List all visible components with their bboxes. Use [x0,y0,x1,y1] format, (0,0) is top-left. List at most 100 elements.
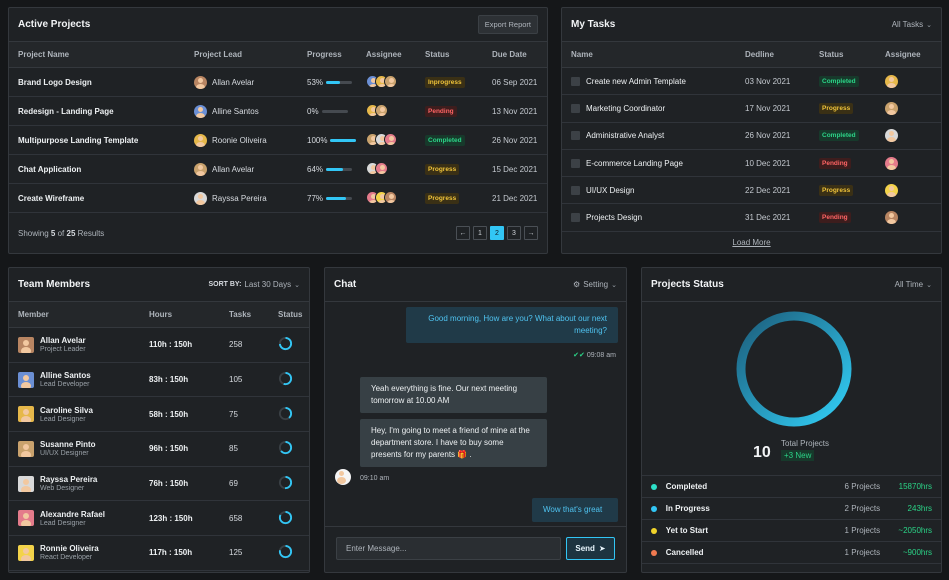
task-checkbox[interactable] [571,103,580,113]
legend-label: Yet to Start [665,526,708,535]
member-name: Alline Santos [40,371,91,381]
legend-projects: 6 Projects [844,482,881,491]
task-name-cell: Marketing Coordinator [562,103,736,113]
task-row[interactable]: Projects Design 31 Dec 2021 Pending [562,204,941,232]
results-summary: Showing 5 of 25 Results [18,229,104,238]
task-row[interactable]: Marketing Coordinator 17 Nov 2021 Progre… [562,95,941,123]
member-hours-done: 58h [149,409,163,419]
avatar [885,74,898,88]
member-info: Susanne Pinto UI/UX Designer [40,440,96,457]
chat-message-input[interactable]: Enter Message... [336,537,561,560]
avatar [885,183,898,197]
pagination-page-3[interactable]: 3 [507,226,521,240]
member-hours-total: : 150h [162,375,189,385]
task-checkbox[interactable] [571,185,580,195]
all-time-dropdown[interactable]: All Time ⌄ [895,280,932,289]
avatar [18,336,34,353]
double-check-icon: ✔✔ [573,352,585,359]
team-members-card: Team Members SORT BY: Last 30 Days ⌄ Membe… [8,267,310,573]
task-checkbox[interactable] [571,158,580,168]
progress-bar-fill [326,167,343,171]
team-member-row[interactable]: Allan Avelar Project Leader 110h : 150h 2… [9,328,309,363]
progress-bar-fill [326,80,340,84]
all-tasks-dropdown[interactable]: All Tasks ⌄ [892,20,932,29]
team-member-row[interactable]: Alline Santos Lead Developer 83h : 150h 1… [9,363,309,398]
chat-message-incoming-1: Yeah everything is fine. Our next meetin… [360,377,547,413]
team-member-row[interactable]: Ronnie Oliveira React Developer 117h : 15… [9,536,309,571]
project-progress: 0% [298,107,357,116]
task-checkbox[interactable] [571,213,580,223]
col-status[interactable]: Status [416,50,483,59]
legend-dot [651,483,657,490]
member-tasks: 658 [229,513,243,523]
send-button[interactable]: Send ➤ [566,537,615,560]
projects-status-legend: Completed 6 Projects 15870hrs In Progres… [642,475,941,564]
chat-message-outgoing-2: Wow that's great [532,498,618,522]
team-member-row[interactable]: Alexandre Rafael Lead Designer 123h : 150… [9,501,309,537]
project-due-date: 21 Dec 2021 [492,193,538,203]
pagination-next-button[interactable]: → [524,226,538,240]
task-row[interactable]: Create new Admin Template 03 Nov 2021 Co… [562,68,941,96]
col-progress[interactable]: Progress [298,50,357,59]
task-assignee [876,211,936,225]
task-name: UI/UX Design [586,185,635,195]
col-deadline[interactable]: Dedline [736,50,810,59]
project-name: Chat Application [18,164,82,174]
task-checkbox[interactable] [571,131,580,141]
task-row[interactable]: E-commerce Landing Page 10 Dec 2021 Pend… [562,150,941,178]
load-more-link[interactable]: Load More [732,238,770,247]
pagination-page-1[interactable]: 1 [473,226,487,240]
col-project-name[interactable]: Project Name [9,50,185,59]
col-due-date[interactable]: Due Date [483,50,547,59]
member-role: UI/UX Designer [40,450,89,458]
my-tasks-card: My Tasks All Tasks ⌄ Name Dedline Status … [561,7,942,254]
team-member-row[interactable]: Rayssa Pereira Web Designer 76h : 150h 69 [9,467,309,502]
project-status: Pending [416,105,483,117]
chat-setting-dropdown[interactable]: ⚙ Setting ⌄ [573,280,617,289]
member-hours-done: 123h [149,513,168,523]
col-tasks[interactable]: Tasks [220,310,269,319]
sort-by-value: Last 30 Days [244,280,292,289]
member-name: Allan Avelar [40,336,86,346]
member-hours-done: 76h [149,479,163,489]
legend-label: Completed [665,482,708,491]
project-progress: 77% [298,194,357,203]
task-row[interactable]: Administrative Analyst 26 Nov 2021 Compl… [562,123,941,150]
active-projects-footer: Showing 5 of 25 Results ← 1 2 3 → [9,213,547,253]
my-tasks-header: My Tasks All Tasks ⌄ [562,8,941,42]
avatar [194,75,207,89]
task-row[interactable]: UI/UX Design 22 Dec 2021 Progress [562,177,941,205]
task-name: Marketing Coordinator [586,103,666,113]
project-row[interactable]: Multipurpose Landing Template Roonie Oli… [9,126,547,155]
col-task-status[interactable]: Status [810,50,876,59]
status-legend-row: Completed 6 Projects 15870hrs [642,476,941,498]
sort-by-dropdown[interactable]: SORT BY: Last 30 Days ⌄ [208,280,300,289]
team-member-row[interactable]: Caroline Silva Lead Designer 58h : 150h 7… [9,397,309,433]
task-status: Completed [810,75,876,87]
col-member-status[interactable]: Status [269,310,309,319]
col-member[interactable]: Member [9,310,140,319]
pagination-page-2[interactable]: 2 [490,226,504,240]
gear-icon: ⚙ [573,280,581,289]
col-task-assignee[interactable]: Assignee [876,50,936,59]
project-row[interactable]: Chat Application Allan Avelar 64% Progre… [9,155,547,184]
project-row[interactable]: Create Wireframe Rayssa Pereira 77% Prog… [9,184,547,213]
progress-text: 100% [307,135,328,145]
project-row[interactable]: Redesign - Landing Page Alline Santos 0%… [9,97,547,126]
project-row[interactable]: Brand Logo Design Allan Avelar 53% Inpro… [9,68,547,97]
task-checkbox[interactable] [571,76,580,86]
task-deadline: 26 Nov 2021 [745,131,791,141]
pagination-prev-button[interactable]: ← [456,226,470,240]
team-member-row[interactable]: Susanne Pinto UI/UX Designer 96h : 150h 8… [9,432,309,467]
col-assignee[interactable]: Assignee [357,50,416,59]
active-projects-header: Active Projects Export Report [9,8,547,42]
col-task-name[interactable]: Name [562,50,736,59]
export-report-button[interactable]: Export Report [477,15,538,34]
col-project-lead[interactable]: Project Lead [185,50,298,59]
legend-label: Cancelled [665,548,704,557]
member-role: Lead Developer [40,381,90,389]
active-projects-title: Active Projects [18,19,91,30]
chevron-down-icon: ⌄ [294,281,300,289]
chat-time-1: 09:08 am [586,352,616,359]
col-hours[interactable]: Hours [140,310,220,319]
